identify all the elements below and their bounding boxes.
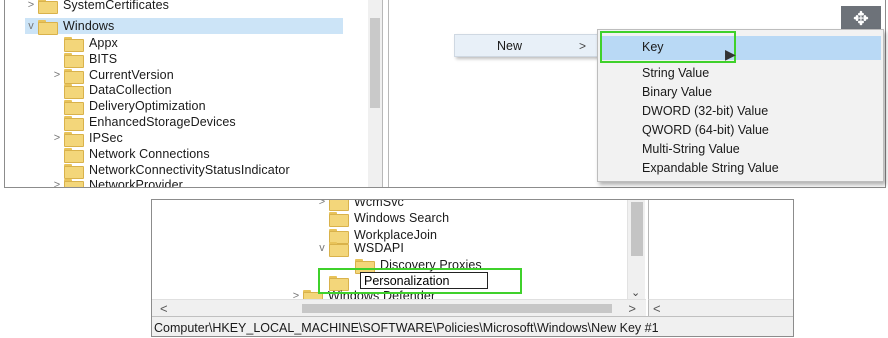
menu-item-new[interactable]: New [497,39,522,53]
folder-icon [63,52,84,68]
menu-item-qword-value[interactable]: QWORD (64-bit) Value [642,123,769,137]
folder-icon [328,211,349,227]
tree-item-label: SystemCertificates [63,0,169,12]
tree-item-label: Windows [63,19,115,33]
tree-item-label: WSDAPI [354,241,404,255]
scroll-down-icon[interactable]: ⌄ [631,286,640,299]
chevron-right-icon[interactable]: > [25,0,37,11]
scroll-right-icon[interactable]: > [628,301,636,316]
chevron-down-icon[interactable]: v [316,242,328,254]
folder-icon [63,83,84,99]
tree-item[interactable]: BITS [51,51,118,68]
folder-icon [63,115,84,131]
vertical-scrollbar[interactable]: ⌄ [627,200,645,299]
scrollbar-thumb[interactable] [302,304,612,313]
registry-path: Computer\HKEY_LOCAL_MACHINE\SOFTWARE\Pol… [154,321,659,335]
folder-icon [63,178,84,187]
menu-item-expandable-string-value[interactable]: Expandable String Value [642,161,779,175]
menu-item-dword-value[interactable]: DWORD (32-bit) Value [642,104,768,118]
folder-icon [328,200,349,211]
menu-item-multi-string-value[interactable]: Multi-String Value [642,142,740,156]
folder-icon [37,0,58,14]
chevron-down-icon[interactable]: v [25,20,37,32]
folder-icon [37,19,58,35]
scrollbar-thumb[interactable] [370,18,380,108]
mouse-cursor-icon: ▶ [725,46,736,62]
tree-item-label: DeliveryOptimization [89,99,206,113]
tree-item[interactable]: v WSDAPI [316,240,404,257]
tree-item-label: WcmSvc [354,200,404,209]
tree-item-label: IPSec [89,131,123,145]
tree-item-label: NetworkConnectivityStatusIndicator [89,163,290,177]
menu-item-string-value[interactable]: String Value [642,66,709,80]
tree-item[interactable]: Network Connections [51,146,210,163]
folder-icon [328,241,349,257]
chevron-right-icon[interactable]: > [51,132,63,144]
folder-icon [63,147,84,163]
tree-item-windows[interactable]: v Windows [25,18,343,35]
tree-item[interactable]: > NetworkProvider [51,177,183,187]
folder-icon [63,68,84,84]
tree-item-label: EnhancedStorageDevices [89,115,236,129]
folder-icon [63,99,84,115]
tree-item-label: DataCollection [89,83,172,97]
tree-item-label: Windows Search [354,211,450,225]
tree-item[interactable]: Appx [51,35,118,52]
status-bar: Computer\HKEY_LOCAL_MACHINE\SOFTWARE\Pol… [152,316,793,336]
tree-item[interactable]: DataCollection [51,82,172,99]
tree-item-label: BITS [89,52,118,66]
tree-item[interactable]: NetworkConnectivityStatusIndicator [51,162,290,179]
tree-item[interactable]: EnhancedStorageDevices [51,114,236,131]
scrollbar-thumb[interactable] [631,202,643,256]
tree-item-label: NetworkProvider [89,178,183,187]
chevron-right-icon[interactable]: > [316,200,328,208]
horizontal-scrollbar[interactable]: < > [152,299,646,316]
chevron-right-icon[interactable]: > [51,69,63,81]
vertical-scrollbar[interactable] [368,0,382,187]
tree-item-label: CurrentVersion [89,68,174,82]
tree-item[interactable]: > CurrentVersion [51,67,174,84]
tree-item-label: Network Connections [89,147,210,161]
tree-item[interactable]: > IPSec [51,130,123,147]
tree-item-label: Appx [89,36,118,50]
tree-item[interactable]: Windows Search [316,210,450,227]
folder-icon [63,131,84,147]
folder-icon [63,163,84,179]
context-menu: New > [454,34,602,57]
tree-item[interactable]: > SystemCertificates [25,0,169,14]
folder-icon [63,36,84,52]
highlight-box-key [600,31,736,63]
submenu-arrow-icon: > [579,39,587,53]
tree-item[interactable]: > WcmSvc [316,200,404,211]
highlight-box-rename [318,268,522,294]
horizontal-scrollbar[interactable]: < [648,299,793,316]
scroll-left-icon[interactable]: < [653,301,661,316]
scroll-left-icon[interactable]: < [160,301,168,316]
menu-item-binary-value[interactable]: Binary Value [642,85,712,99]
chevron-right-icon[interactable]: > [51,179,63,187]
tree-item[interactable]: DeliveryOptimization [51,98,206,115]
registry-tree: > SystemCertificates v Windows Appx BITS >… [5,0,383,187]
